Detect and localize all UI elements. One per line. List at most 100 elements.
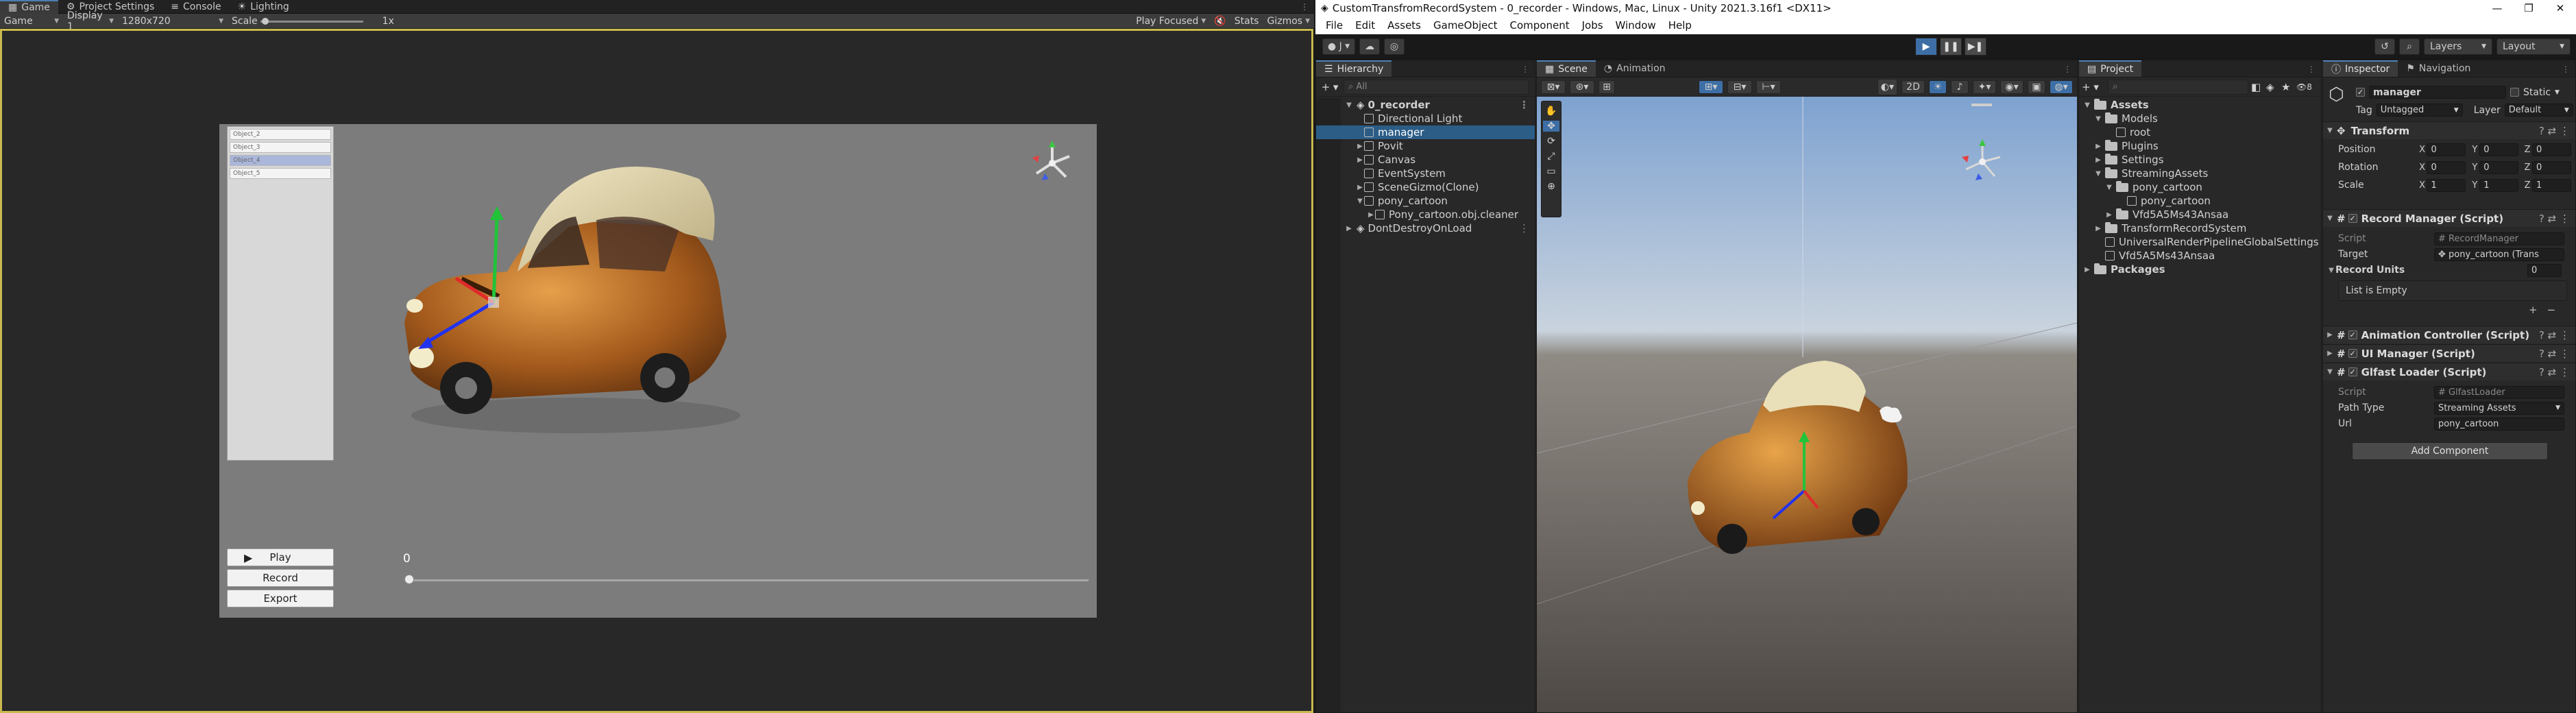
record-manager-header[interactable]: ▼ # ✓ Record Manager (Script) ? ⇄ ⋮ [2323,209,2575,227]
panel-menu-icon[interactable]: ⋮ [1516,64,1535,77]
display-dropdown[interactable]: Display 1 ▼ [63,10,118,32]
transform-x-field[interactable]: 0 [2427,143,2466,156]
chevron-right-icon[interactable]: ▶ [1367,211,1375,219]
tab-bar-menu-icon[interactable]: ⋮ [1300,2,1314,12]
record-units-count[interactable]: 0 [2527,263,2562,277]
history-icon[interactable]: ↺ [2374,38,2395,55]
gizmos-toggle[interactable]: ◍▾ [2050,80,2073,94]
hierarchy-search-input[interactable]: ⌕ All [1344,79,1529,95]
url-field[interactable]: pony_cartoon [2434,417,2564,431]
component-menu-icon[interactable]: ? ⇄ ⋮ [2539,329,2575,341]
project-item[interactable]: root [2079,125,2321,139]
hidden-objects-dropdown[interactable]: ◉▾ [2000,80,2024,94]
tab-hierarchy[interactable]: ☰ Hierarchy [1316,60,1392,77]
menu-assets[interactable]: Assets [1381,16,1427,34]
transform-x-field[interactable]: 1 [2427,178,2466,192]
camera-icon[interactable]: ▣ [2028,80,2045,94]
list-item[interactable]: Object_3 [230,142,331,153]
layer-dropdown[interactable]: Default ▼ [2504,104,2573,117]
transform-y-field[interactable]: 0 [2479,143,2519,156]
mute-audio-icon[interactable]: 🔇 [1210,14,1230,29]
tag-dropdown[interactable]: Untagged ▼ [2376,104,2463,117]
menu-gameobject[interactable]: GameObject [1427,16,1504,34]
play-focused-dropdown[interactable]: Play Focused ▼ [1132,14,1210,29]
component-enabled-checkbox[interactable]: ✓ [2348,367,2357,376]
favorite-icon[interactable]: ★ [2281,81,2294,93]
scale-slider-thumb[interactable] [262,18,269,25]
transform-tool-icon[interactable]: ⊕ [1547,181,1555,192]
scale-tool-icon[interactable]: ⤢ [1547,151,1555,162]
filter-label-icon[interactable]: ◈ [2266,81,2279,93]
list-item[interactable]: Object_2 [230,129,331,140]
chevron-right-icon[interactable]: ▶ [1356,143,1364,150]
resolution-dropdown[interactable]: 1280x720 ▼ [118,14,228,29]
chevron-right-icon[interactable]: ▶ [2094,225,2102,232]
play-button[interactable]: ▶ Play [227,548,334,566]
add-component-button[interactable]: Add Component [2352,442,2548,460]
active-checkbox[interactable]: ✓ [2356,88,2365,97]
layers-dropdown[interactable]: Layers ▼ [2424,38,2492,55]
tab-scene[interactable]: ▦ Scene [1537,60,1596,77]
component-enabled-checkbox[interactable]: ✓ [2348,214,2357,223]
tab-inspector[interactable]: ⓘ Inspector [2323,60,2398,77]
hierarchy-item[interactable]: manager [1316,125,1535,139]
chevron-down-icon[interactable]: ▼ [2555,89,2560,96]
step-button[interactable]: ▶❚ [1965,38,1986,56]
snap-settings-dropdown[interactable]: ⊟▾ [1727,80,1752,94]
remove-list-item-icon[interactable]: − [2547,304,2556,316]
project-item[interactable]: ▼ Models [2079,112,2321,125]
play-mode-button[interactable]: ▶ [1915,38,1937,56]
menu-file[interactable]: File [1320,16,1349,34]
game-viewport[interactable]: Object_2 Object_3 Object_4 Object_5 ▶ Pla… [219,124,1097,618]
menu-component[interactable]: Component [1504,16,1576,34]
pivot-dropdown[interactable]: ⊛▾ [1570,80,1594,94]
audio-toggle-icon[interactable]: ♪ [1951,80,1969,94]
chevron-right-icon[interactable]: ▶ [2105,211,2113,219]
menu-window[interactable]: Window [1609,16,1662,34]
hierarchy-item[interactable]: ▶ Pony_cartoon.obj.cleaner [1316,208,1535,221]
transform-y-field[interactable]: 1 [2479,178,2519,192]
project-item[interactable]: ▶ TransformRecordSystem [2079,221,2321,235]
effects-dropdown[interactable]: ✦▾ [1973,80,1996,94]
component-menu-icon[interactable]: ? ⇄ ⋮ [2539,348,2575,360]
packages-item[interactable]: ▶ Packages [2079,263,2321,276]
transform-z-field[interactable]: 0 [2531,143,2571,156]
transform-component-header[interactable]: ▼ ✥ Transform ? ⇄ ⋮ [2323,121,2575,139]
chevron-right-icon[interactable]: ▶ [1356,156,1364,164]
maximize-icon[interactable]: ❐ [2513,2,2544,14]
ui-manager-header[interactable]: ▶ # ✓ UI Manager (Script) ? ⇄ ⋮ [2323,344,2575,362]
hand-tool-icon[interactable]: ✋ [1545,106,1557,117]
scene-root-item[interactable]: ▼ ◈ 0_recorder ⋮ [1316,98,1535,112]
snap-icon[interactable]: ⊞ [1599,80,1615,94]
cloud-icon[interactable]: ☁ [1359,38,1380,55]
project-item[interactable]: pony_cartoon [2079,194,2321,208]
chevron-down-icon[interactable]: ▼ [1356,197,1364,205]
panel-menu-icon[interactable]: ⋮ [2058,64,2077,77]
project-item[interactable]: ▶ Settings [2079,153,2321,167]
timeline-slider-thumb[interactable] [404,575,414,584]
add-object-button[interactable]: + ▾ [1316,81,1344,93]
component-menu-icon[interactable]: ? ⇄ ⋮ [2539,213,2575,225]
project-item[interactable]: UniversalRenderPipelineGlobalSettings [2079,235,2321,249]
project-item[interactable]: ▼ StreamingAssets [2079,167,2321,180]
hierarchy-item[interactable]: Directional Light [1316,112,1535,125]
tab-console[interactable]: ≡ Console [162,0,229,14]
animation-controller-header[interactable]: ▶ # ✓ Animation Controller (Script) ? ⇄ … [2323,326,2575,343]
transform-x-field[interactable]: 0 [2427,160,2466,174]
layout-dropdown[interactable]: Layout ▼ [2496,38,2571,55]
draw-mode-dropdown[interactable]: ⊠▾ [1541,80,1566,94]
component-enabled-checkbox[interactable]: ✓ [2348,330,2357,339]
toggle-2d-button[interactable]: 2D [1901,80,1925,94]
scene-viewport[interactable]: ✋ ✥ ⟳ ⤢ ▭ ⊕ [1537,97,2077,712]
pause-button[interactable]: ❚❚ [1940,38,1962,56]
assets-root-item[interactable]: ▼ Assets [2079,98,2321,112]
hierarchy-item[interactable]: ▶ Canvas [1316,153,1535,167]
hierarchy-item[interactable]: ▶ Povit [1316,139,1535,153]
shading-dropdown[interactable]: ◐▾ [1877,78,1897,95]
scene-gizmo-icon[interactable] [1028,139,1076,187]
static-checkbox[interactable] [2510,88,2519,97]
chevron-right-icon[interactable]: ▶ [1356,184,1364,191]
transform-z-field[interactable]: 1 [2531,178,2571,192]
lighting-toggle-icon[interactable]: ☀ [1929,80,1947,94]
search-icon[interactable]: ⌕ [2399,38,2420,55]
